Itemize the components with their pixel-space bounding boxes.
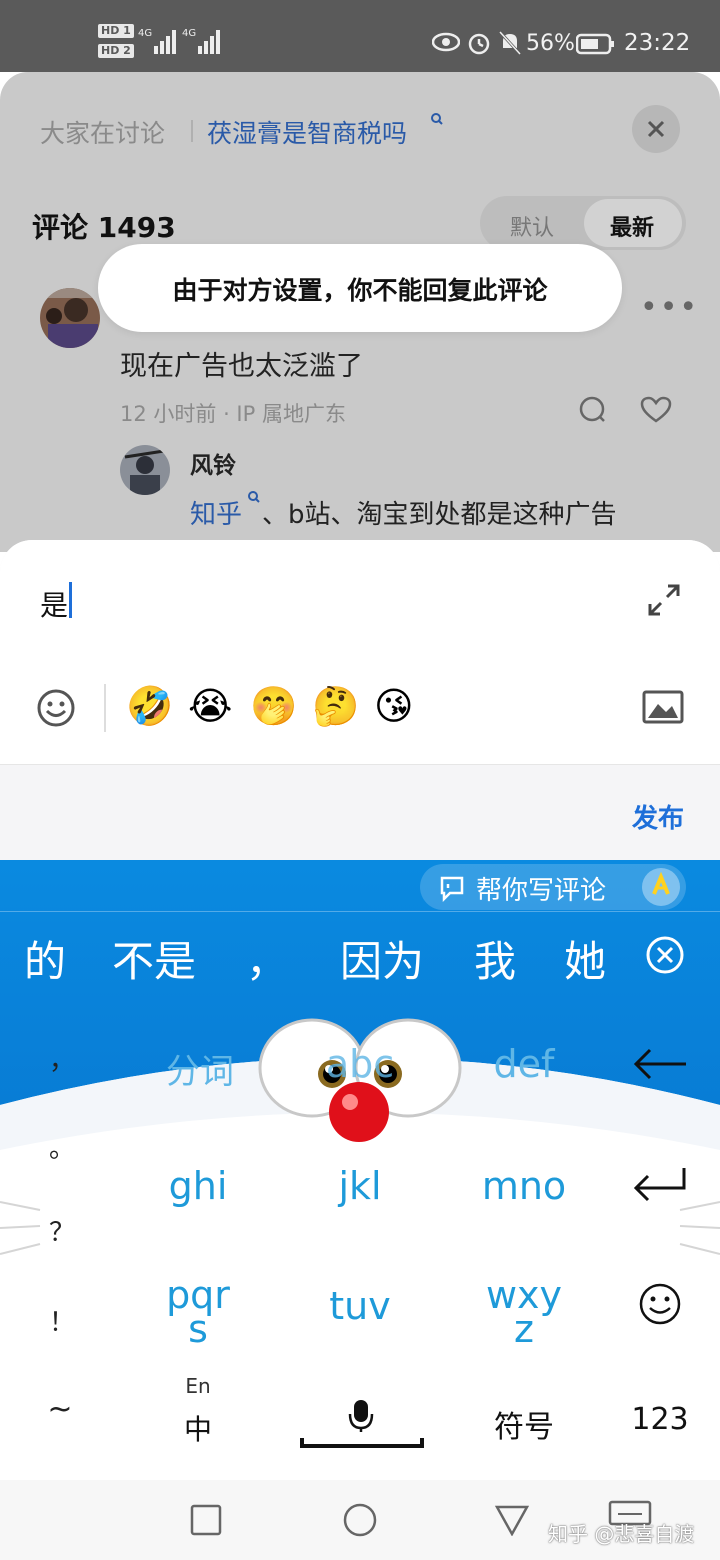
recents-icon[interactable] xyxy=(190,1504,222,1536)
lang-zh[interactable]: 中 xyxy=(178,1408,218,1448)
key-pqrs-bottom: s xyxy=(188,1307,208,1351)
space-key[interactable] xyxy=(300,1398,424,1450)
hd1-badge: HD 1 xyxy=(98,24,134,38)
lang-en[interactable]: En xyxy=(178,1374,218,1398)
emoji-keyboard-icon[interactable] xyxy=(36,688,76,728)
composer-divider xyxy=(0,764,720,765)
network1-label: 4G xyxy=(138,28,153,39)
key-tilde[interactable]: ~ xyxy=(30,1392,90,1427)
key-exclaim[interactable]: ！ xyxy=(32,1302,92,1339)
reply-avatar[interactable] xyxy=(120,445,170,495)
key-segment[interactable]: 分词 xyxy=(150,1044,250,1093)
sort-default[interactable]: 默认 xyxy=(510,210,554,242)
search-icon xyxy=(248,491,260,503)
reply-link[interactable]: 知乎 xyxy=(190,494,242,531)
key-period[interactable]: 。 xyxy=(32,1128,92,1165)
candidate-6[interactable]: 她 xyxy=(564,928,606,989)
reply-icon[interactable] xyxy=(578,395,608,425)
discussing-label: 大家在讨论 xyxy=(40,119,166,148)
symbols-key[interactable]: 符号 xyxy=(474,1402,574,1446)
more-icon[interactable]: ••• xyxy=(640,290,699,325)
avatar[interactable] xyxy=(40,288,100,348)
back-icon[interactable] xyxy=(494,1504,530,1536)
alarm-icon xyxy=(468,33,490,55)
comment-sheet: 大家在讨论 茯湿膏是智商税吗 评论 1493 默认 最新 ••• 现在广告也太泛… xyxy=(0,72,720,552)
image-icon[interactable] xyxy=(642,690,684,724)
toast-message: 由于对方设置，你不能回复此评论 xyxy=(172,276,548,305)
toast: 由于对方设置，你不能回复此评论 xyxy=(98,244,622,332)
candidate-divider xyxy=(0,911,720,912)
close-button[interactable] xyxy=(632,105,680,153)
enter-icon[interactable] xyxy=(630,1164,690,1204)
clock: 23:22 xyxy=(624,30,691,56)
navigation-bar: 知乎 @悲喜自渡 xyxy=(0,1480,720,1560)
expand-icon[interactable] xyxy=(646,582,682,618)
comment-input[interactable]: 是 xyxy=(40,584,68,624)
key-ghi[interactable]: ghi xyxy=(148,1164,248,1208)
candidate-2[interactable]: 不是 xyxy=(112,928,196,989)
key-wxyz-bottom: z xyxy=(514,1307,534,1351)
ai-assist-icon[interactable] xyxy=(640,866,682,908)
key-pqrs[interactable]: pqr s xyxy=(148,1276,248,1348)
key-abc[interactable]: abc xyxy=(310,1042,410,1086)
backspace-icon[interactable] xyxy=(630,1046,690,1082)
close-icon xyxy=(647,120,665,138)
comment-meta: 12 小时前 · IP 属地广东 xyxy=(120,402,346,426)
status-bar: HD 1 HD 2 4G 4G 56% 23:22 xyxy=(0,0,720,72)
emoji-giggle-icon[interactable]: 🤭 xyxy=(250,684,297,729)
home-icon[interactable] xyxy=(342,1502,378,1538)
emoji-divider xyxy=(104,684,106,732)
comments-title: 评论 1493 xyxy=(32,211,176,244)
key-tuv[interactable]: tuv xyxy=(310,1284,410,1328)
emoji-kiss-icon[interactable]: 😘 xyxy=(374,684,414,728)
signal1-icon xyxy=(154,30,176,54)
key-def[interactable]: def xyxy=(474,1042,574,1086)
candidate-1[interactable]: 的 xyxy=(24,928,66,989)
key-comma[interactable]: ， xyxy=(32,1040,92,1077)
emoji-rofl-icon[interactable]: 🤣 xyxy=(126,684,173,729)
emoji-cry-icon[interactable]: 😭 xyxy=(188,684,232,728)
numbers-key[interactable]: 123 xyxy=(624,1402,696,1437)
hd2-badge: HD 2 xyxy=(98,44,134,58)
topic-link[interactable]: 茯湿膏是智商税吗 xyxy=(207,114,407,150)
comment-text: 现在广告也太泛滥了 xyxy=(120,351,363,382)
header-divider xyxy=(191,120,193,142)
battery-percent: 56% xyxy=(526,31,575,56)
eye-icon xyxy=(432,32,460,52)
emoji-thinking-icon[interactable]: 🤔 xyxy=(312,684,359,729)
reply-text: 、b站、淘宝到处都是这种广告 xyxy=(262,500,617,530)
emoji-key-icon[interactable] xyxy=(638,1282,682,1326)
comment-composer: 是 🤣 😭 🤭 🤔 😘 发布 xyxy=(0,540,720,860)
composer-top xyxy=(0,540,720,764)
candidate-4[interactable]: 因为 xyxy=(340,928,424,989)
mute-icon xyxy=(498,30,522,56)
reply-author[interactable]: 风铃 xyxy=(190,446,236,480)
like-heart-icon[interactable] xyxy=(640,396,672,424)
key-jkl[interactable]: jkl xyxy=(310,1164,410,1208)
assist-label[interactable]: 帮你写评论 xyxy=(476,870,606,907)
sort-latest[interactable]: 最新 xyxy=(610,210,654,242)
key-mno[interactable]: mno xyxy=(474,1164,574,1208)
network2-label: 4G xyxy=(182,28,197,39)
key-question[interactable]: ？ xyxy=(32,1212,92,1249)
watermark: 知乎 @悲喜自渡 xyxy=(548,1522,695,1546)
text-cursor xyxy=(69,582,72,618)
battery-icon xyxy=(576,33,614,55)
search-icon xyxy=(431,113,443,125)
key-wxyz[interactable]: wxy z xyxy=(474,1276,574,1348)
publish-button[interactable]: 发布 xyxy=(632,798,684,835)
comment-assist-icon xyxy=(440,876,464,902)
close-candidates-icon[interactable] xyxy=(644,934,686,976)
candidate-3[interactable]: ， xyxy=(246,928,288,989)
signal2-icon xyxy=(198,30,220,54)
candidate-5[interactable]: 我 xyxy=(474,928,516,989)
